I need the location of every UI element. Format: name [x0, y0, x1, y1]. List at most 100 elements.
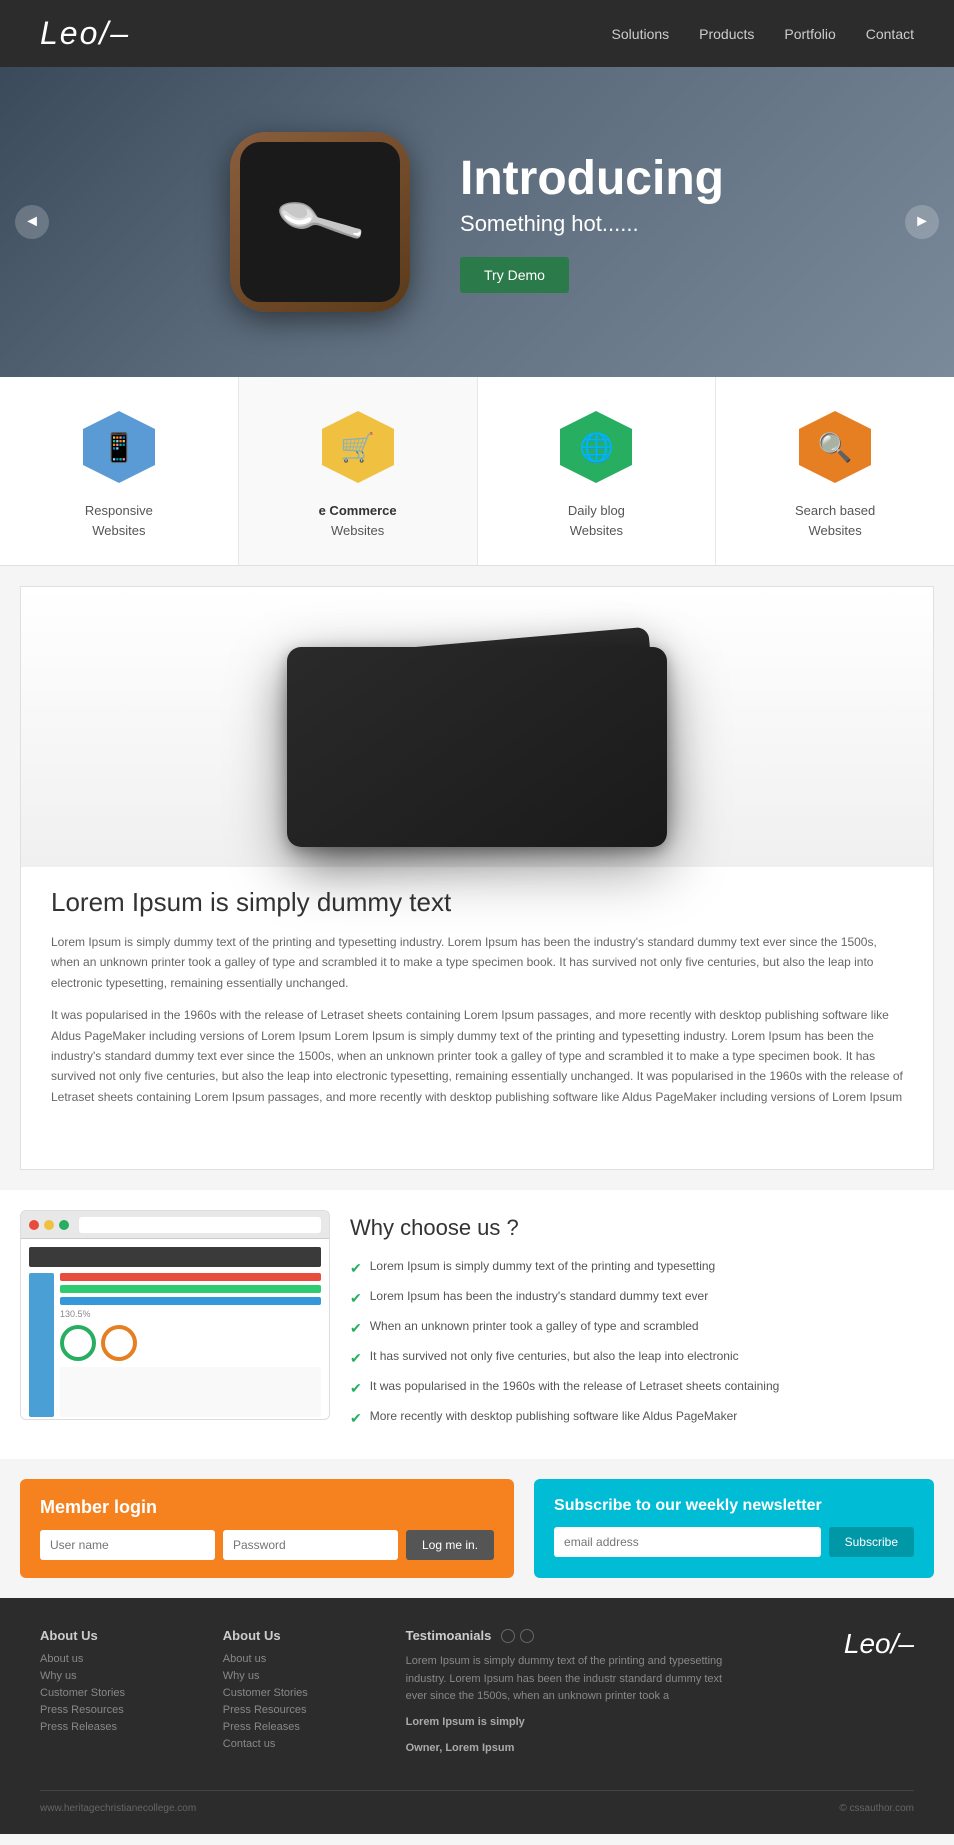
check-icon-6: ✔: [350, 1410, 362, 1427]
hero-subtitle: Something hot......: [460, 211, 724, 237]
footer-link-contact2[interactable]: Contact us: [223, 1738, 386, 1750]
footer-copyright-left: www.heritagechristianecollege.com: [40, 1803, 196, 1814]
browser-bar: [21, 1211, 329, 1239]
why-item-6: ✔ More recently with desktop publishing …: [350, 1409, 934, 1427]
why-item-1: ✔ Lorem Ipsum is simply dummy text of th…: [350, 1259, 934, 1277]
footer: About Us About us Why us Customer Storie…: [0, 1598, 954, 1834]
testimonial-nav: [501, 1629, 534, 1643]
nav-products[interactable]: Products: [699, 26, 754, 42]
content-section: Lorem Ipsum is simply dummy text Lorem I…: [20, 586, 934, 1170]
browser-dot-red: [29, 1220, 39, 1230]
testimonials-author-bold: Lorem Ipsum is simply: [406, 1714, 732, 1732]
browser-content-area: 130.5%: [29, 1273, 321, 1417]
features-row: 📱 Responsive Websites 🛒 e Commerce Websi…: [0, 377, 954, 566]
mini-bar-green: [60, 1285, 321, 1293]
member-title: Member login: [40, 1497, 494, 1518]
footer-testimonials: Testimoanials Lorem Ipsum is simply dumm…: [406, 1628, 732, 1765]
member-form: Log me in.: [40, 1530, 494, 1560]
nav-contact[interactable]: Contact: [866, 26, 914, 42]
footer-col2: About Us About us Why us Customer Storie…: [223, 1628, 386, 1765]
tablet-image: [21, 587, 933, 867]
check-icon-3: ✔: [350, 1320, 362, 1337]
footer-link-why2[interactable]: Why us: [223, 1670, 386, 1682]
hero-prev-button[interactable]: ◄: [15, 205, 49, 239]
footer-col1-heading: About Us: [40, 1628, 203, 1643]
testi-nav-next[interactable]: [520, 1629, 534, 1643]
footer-logo: Leo/–: [844, 1628, 914, 1660]
why-heading: Why choose us ?: [350, 1215, 934, 1241]
feature-blog[interactable]: 🌐 Daily blog Websites: [478, 377, 717, 565]
newsletter-box: Subscribe to our weekly newsletter Subsc…: [534, 1479, 934, 1578]
login-button[interactable]: Log me in.: [406, 1530, 494, 1560]
search-icon: 🔍: [818, 431, 853, 464]
footer-link-customers2[interactable]: Customer Stories: [223, 1687, 386, 1699]
footer-link-customers1[interactable]: Customer Stories: [40, 1687, 203, 1699]
main-nav: Solutions Products Portfolio Contact: [612, 26, 914, 42]
why-item-4: ✔ It has survived not only five centurie…: [350, 1349, 934, 1367]
footer-link-about2[interactable]: About us: [223, 1653, 386, 1665]
footer-link-press1[interactable]: Press Resources: [40, 1704, 203, 1716]
nav-solutions[interactable]: Solutions: [612, 26, 670, 42]
try-demo-button[interactable]: Try Demo: [460, 257, 569, 293]
footer-link-press2[interactable]: Press Resources: [223, 1704, 386, 1716]
newsletter-title: Subscribe to our weekly newsletter: [554, 1497, 914, 1515]
responsive-icon: 📱: [101, 431, 136, 464]
feature-hex-responsive: 📱: [79, 407, 159, 487]
footer-link-about1[interactable]: About us: [40, 1653, 203, 1665]
browser-sidebar: [29, 1273, 54, 1417]
hero-content: 🥄 Introducing Something hot...... Try De…: [230, 132, 724, 312]
mini-circle2: [101, 1325, 137, 1361]
testimonials-text: Lorem Ipsum is simply dummy text of the …: [406, 1653, 732, 1706]
member-box: Member login Log me in.: [20, 1479, 514, 1578]
subscribe-button[interactable]: Subscribe: [829, 1527, 914, 1557]
content-para1: Lorem Ipsum is simply dummy text of the …: [51, 932, 903, 993]
nav-portfolio[interactable]: Portfolio: [784, 26, 835, 42]
browser-dot-green: [59, 1220, 69, 1230]
browser-content: 130.5%: [21, 1239, 329, 1419]
why-left: 130.5%: [20, 1210, 330, 1439]
footer-link-releases2[interactable]: Press Releases: [223, 1721, 386, 1733]
feature-label-responsive: Responsive Websites: [85, 501, 153, 540]
testimonials-author-title: Owner, Lorem Ipsum: [406, 1740, 732, 1758]
feature-responsive[interactable]: 📱 Responsive Websites: [0, 377, 239, 565]
footer-col2-heading: About Us: [223, 1628, 386, 1643]
footer-col1: About Us About us Why us Customer Storie…: [40, 1628, 203, 1765]
password-input[interactable]: [223, 1530, 398, 1560]
spatula-icon: 🥄: [270, 173, 370, 272]
mini-stat-label: 130.5%: [60, 1309, 321, 1319]
footer-top: About Us About us Why us Customer Storie…: [40, 1628, 914, 1765]
why-item-5: ✔ It was popularised in the 1960s with t…: [350, 1379, 934, 1397]
content-heading: Lorem Ipsum is simply dummy text: [51, 887, 903, 918]
browser-url-bar: [79, 1217, 321, 1233]
mini-stat-row: [60, 1325, 321, 1361]
blog-icon: 🌐: [579, 431, 614, 464]
cta-section: Member login Log me in. Subscribe to our…: [0, 1459, 954, 1598]
browser-mockup: 130.5%: [20, 1210, 330, 1420]
content-para2: It was popularised in the 1960s with the…: [51, 1005, 903, 1107]
feature-hex-search: 🔍: [795, 407, 875, 487]
check-icon-2: ✔: [350, 1290, 362, 1307]
check-icon-4: ✔: [350, 1350, 362, 1367]
footer-bottom: www.heritagechristianecollege.com © cssa…: [40, 1790, 914, 1814]
feature-ecommerce[interactable]: 🛒 e Commerce Websites: [239, 377, 478, 565]
ecommerce-icon: 🛒: [340, 431, 375, 464]
testi-nav-prev[interactable]: [501, 1629, 515, 1643]
username-input[interactable]: [40, 1530, 215, 1560]
mini-table: [60, 1367, 321, 1417]
newsletter-form: Subscribe: [554, 1527, 914, 1557]
browser-dot-yellow: [44, 1220, 54, 1230]
hero-next-button[interactable]: ►: [905, 205, 939, 239]
email-input[interactable]: [554, 1527, 821, 1557]
why-list: ✔ Lorem Ipsum is simply dummy text of th…: [350, 1259, 934, 1427]
why-item-2: ✔ Lorem Ipsum has been the industry's st…: [350, 1289, 934, 1307]
logo: Leo/–: [40, 15, 130, 52]
why-right: Why choose us ? ✔ Lorem Ipsum is simply …: [350, 1210, 934, 1439]
hero-section: ◄ 🥄 Introducing Something hot...... Try …: [0, 67, 954, 377]
feature-hex-ecommerce: 🛒: [318, 407, 398, 487]
mini-bar-blue: [60, 1297, 321, 1305]
footer-link-why1[interactable]: Why us: [40, 1670, 203, 1682]
footer-link-releases1[interactable]: Press Releases: [40, 1721, 203, 1733]
hero-title: Introducing: [460, 151, 724, 206]
feature-label-search: Search based Websites: [795, 501, 875, 540]
feature-search[interactable]: 🔍 Search based Websites: [716, 377, 954, 565]
